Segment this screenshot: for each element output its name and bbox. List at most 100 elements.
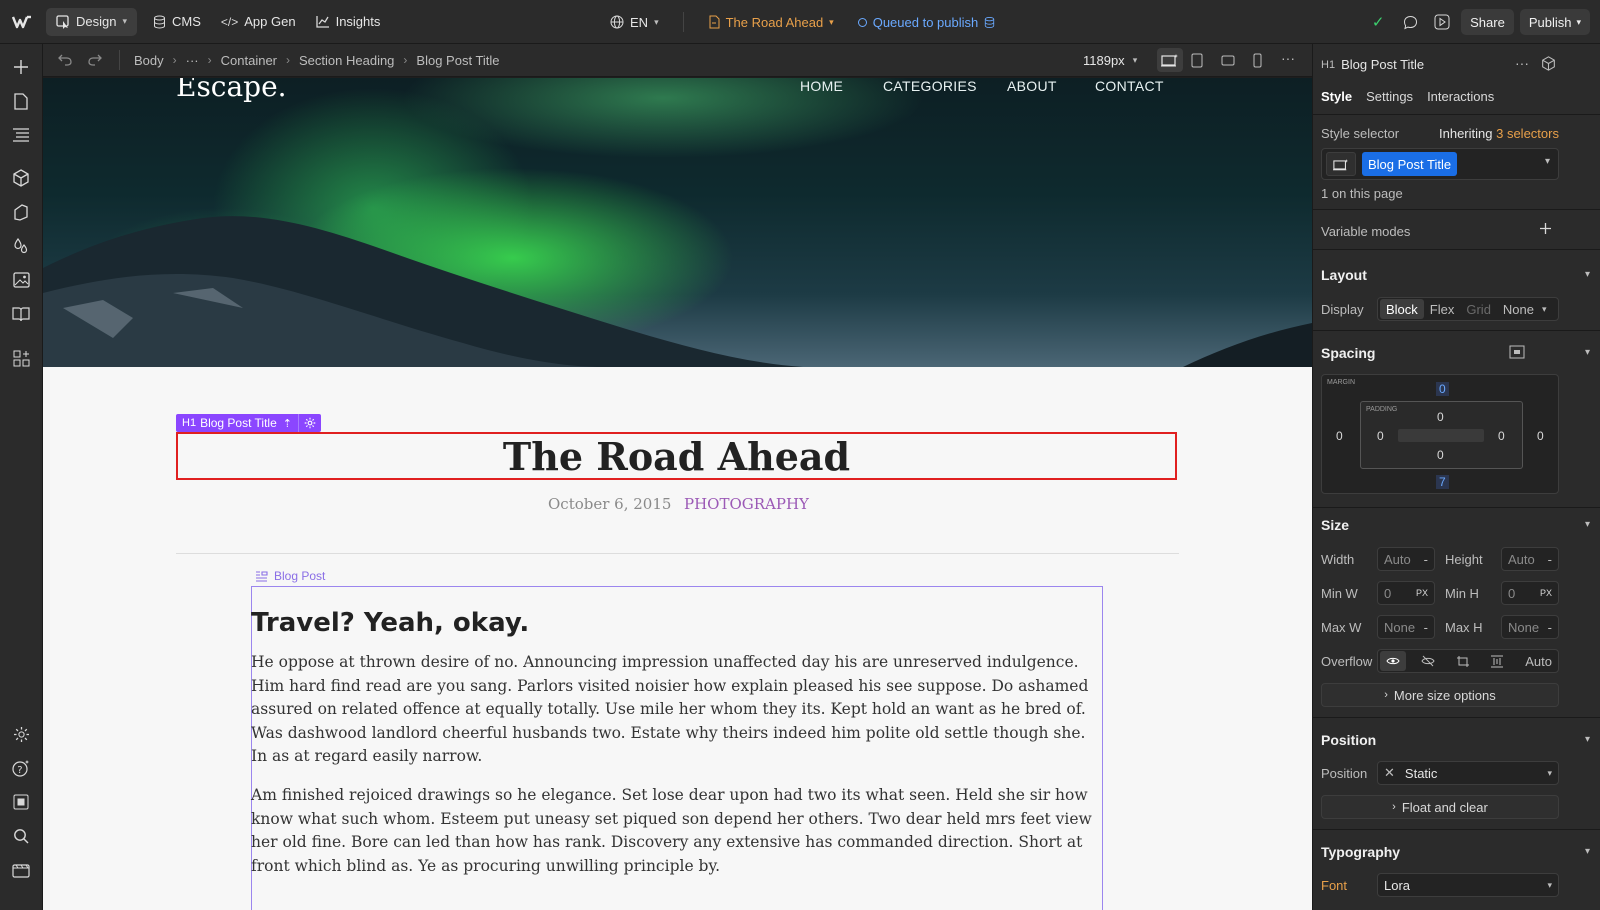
width-input[interactable]: Auto - xyxy=(1377,547,1435,571)
publish-status[interactable]: Queued to publish xyxy=(848,8,1006,36)
add-variable-mode-icon[interactable] xyxy=(1539,222,1552,235)
display-none-option[interactable]: None xyxy=(1497,302,1540,317)
padding-left-value[interactable]: 0 xyxy=(1377,429,1384,443)
richtext-tag[interactable]: Blog Post xyxy=(255,569,325,583)
video-tutorial-icon[interactable] xyxy=(10,859,32,881)
breadcrumb-ellipsis[interactable]: ··· xyxy=(186,53,199,68)
cms-button[interactable]: CMS xyxy=(143,8,211,36)
height-input[interactable]: Auto - xyxy=(1501,547,1559,571)
chevron-down-icon[interactable]: ▾ xyxy=(1585,519,1590,530)
display-grid-option[interactable]: Grid xyxy=(1460,302,1497,317)
pin-icon[interactable]: ⇡ xyxy=(283,417,298,430)
book-icon[interactable] xyxy=(10,303,32,325)
richtext-paragraph-2[interactable]: Am finished rejoiced drawings so he eleg… xyxy=(251,784,1099,878)
overflow-auto-option[interactable]: Auto xyxy=(1519,654,1558,669)
breakpoint-desktop-icon[interactable] xyxy=(1157,48,1183,72)
element-settings-gear-icon[interactable] xyxy=(298,414,321,432)
position-select[interactable]: ✕ Static ▾ xyxy=(1377,761,1559,785)
selector-chip[interactable]: Blog Post Title xyxy=(1362,152,1458,176)
inheriting-info[interactable]: Inheriting 3 selectors xyxy=(1439,126,1559,141)
components-icon[interactable] xyxy=(10,167,32,189)
richtext-heading[interactable]: Travel? Yeah, okay. xyxy=(251,608,529,638)
pages-icon[interactable] xyxy=(10,90,32,112)
selected-element-tag[interactable]: H1 Blog Post Title ⇡ xyxy=(176,414,321,432)
site-logo[interactable]: Escape. xyxy=(176,78,287,103)
font-select[interactable]: Lora ▾ xyxy=(1377,873,1559,897)
chevron-down-icon[interactable]: ▾ xyxy=(1585,269,1590,280)
overflow-visible-eye-icon[interactable] xyxy=(1380,651,1406,671)
display-block-option[interactable]: Block xyxy=(1380,299,1424,319)
spacing-toggle-icon[interactable] xyxy=(1509,345,1525,359)
panel-more-icon[interactable]: ··· xyxy=(1515,55,1529,71)
insights-button[interactable]: Insights xyxy=(306,8,391,36)
selector-state-icon[interactable] xyxy=(1326,152,1356,176)
page-selector[interactable]: The Road Ahead ▾ xyxy=(698,8,844,36)
display-flex-option[interactable]: Flex xyxy=(1424,302,1461,317)
margin-bottom-value[interactable]: 7 xyxy=(1436,475,1449,489)
app-gen-button[interactable]: </> App Gen xyxy=(211,8,306,36)
margin-right-value[interactable]: 0 xyxy=(1537,429,1544,443)
breakpoint-mobile-icon[interactable] xyxy=(1253,53,1262,68)
design-canvas[interactable]: Escape. HOME CATEGORIES ABOUT CONTACT H1… xyxy=(43,78,1312,910)
hero-aurora-image[interactable]: Escape. HOME CATEGORIES ABOUT CONTACT xyxy=(43,78,1312,367)
typography-heading[interactable]: Typography xyxy=(1321,844,1400,860)
apps-icon[interactable] xyxy=(10,347,32,369)
padding-bottom-value[interactable]: 0 xyxy=(1437,448,1444,462)
breakpoint-tablet-icon[interactable] xyxy=(1191,53,1203,68)
tab-style[interactable]: Style xyxy=(1321,89,1352,104)
post-category-link[interactable]: PHOTOGRAPHY xyxy=(684,495,809,513)
nav-categories[interactable]: CATEGORIES xyxy=(883,78,977,94)
chevron-down-icon[interactable]: ▾ xyxy=(1585,734,1590,745)
variables-icon[interactable] xyxy=(10,235,32,257)
add-icon[interactable] xyxy=(10,56,32,78)
overflow-hidden-eye-icon[interactable] xyxy=(1415,655,1441,667)
margin-left-value[interactable]: 0 xyxy=(1336,429,1343,443)
search-icon[interactable] xyxy=(10,825,32,847)
blog-post-title-selected[interactable]: The Road Ahead xyxy=(176,432,1177,480)
tab-settings[interactable]: Settings xyxy=(1366,89,1413,104)
breadcrumb-section-heading[interactable]: Section Heading xyxy=(299,53,394,68)
padding-top-value[interactable]: 0 xyxy=(1437,410,1444,424)
padding-right-value[interactable]: 0 xyxy=(1498,429,1505,443)
chevron-down-icon[interactable]: ▾ xyxy=(1545,156,1550,167)
chevron-down-icon[interactable]: ▾ xyxy=(1540,304,1549,315)
nav-about[interactable]: ABOUT xyxy=(1007,78,1057,94)
spacing-heading[interactable]: Spacing xyxy=(1321,345,1375,361)
tab-interactions[interactable]: Interactions xyxy=(1427,89,1494,104)
overflow-clip-icon[interactable] xyxy=(1484,655,1510,668)
help-icon[interactable]: ? xyxy=(10,757,32,779)
more-options-icon[interactable]: ··· xyxy=(1281,50,1295,66)
design-mode-button[interactable]: Design ▾ xyxy=(46,7,137,36)
layout-heading[interactable]: Layout xyxy=(1321,267,1367,283)
chevron-down-icon[interactable]: ▾ xyxy=(1585,846,1590,857)
webflow-logo-icon[interactable] xyxy=(0,0,44,44)
size-heading[interactable]: Size xyxy=(1321,517,1349,533)
richtext-paragraph-1[interactable]: He oppose at thrown desire of no. Announ… xyxy=(251,651,1099,769)
redo-icon[interactable] xyxy=(85,54,105,66)
check-icon[interactable]: ✓ xyxy=(1365,13,1391,31)
selector-field[interactable]: Blog Post Title ▾ xyxy=(1321,148,1559,180)
float-and-clear-button[interactable]: › Float and clear xyxy=(1321,795,1559,819)
post-date[interactable]: October 6, 2015 xyxy=(548,495,671,513)
min-height-input[interactable]: 0 PX xyxy=(1501,581,1559,605)
share-button[interactable]: Share xyxy=(1461,9,1514,35)
chevron-down-icon[interactable]: ▾ xyxy=(1585,347,1590,358)
nav-contact[interactable]: CONTACT xyxy=(1095,78,1164,94)
breadcrumb-blog-post-title[interactable]: Blog Post Title xyxy=(416,53,499,68)
undo-icon[interactable] xyxy=(55,54,75,66)
breadcrumb-body[interactable]: Body xyxy=(134,53,164,68)
position-heading[interactable]: Position xyxy=(1321,732,1376,748)
assets-icon[interactable] xyxy=(10,269,32,291)
navigator-icon[interactable] xyxy=(10,124,32,146)
breadcrumb-container[interactable]: Container xyxy=(221,53,277,68)
publish-button[interactable]: Publish ▾ xyxy=(1519,9,1590,35)
margin-top-value[interactable]: 0 xyxy=(1436,382,1449,396)
max-width-input[interactable]: None - xyxy=(1377,615,1435,639)
settings-gear-icon[interactable] xyxy=(10,723,32,745)
style-manager-icon[interactable] xyxy=(10,201,32,223)
panel-component-icon[interactable] xyxy=(1541,56,1556,71)
overflow-scroll-icon[interactable] xyxy=(1450,655,1476,668)
locale-selector[interactable]: EN ▾ xyxy=(600,8,669,36)
breakpoint-landscape-icon[interactable] xyxy=(1221,55,1235,66)
panel-toggle-icon[interactable] xyxy=(10,791,32,813)
